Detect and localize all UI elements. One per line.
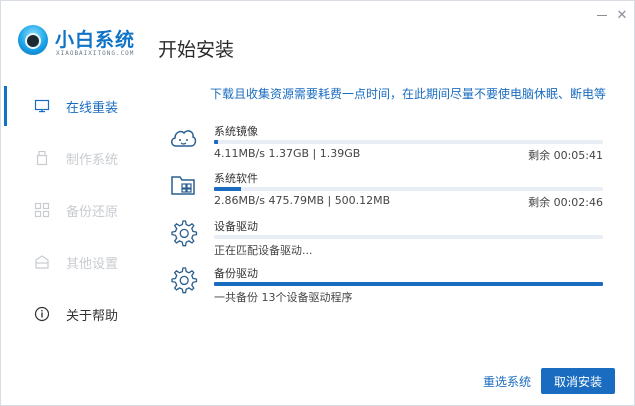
- progress-fill: [214, 140, 218, 144]
- box-icon: [35, 255, 49, 269]
- cancel-install-button[interactable]: 取消安装: [541, 368, 615, 394]
- minimize-icon[interactable]: [594, 7, 610, 23]
- task-system-software: 系统软件 2.86MB/s 475.79MB | 500.12MB 剩余 00:…: [164, 166, 609, 216]
- active-indicator: [4, 86, 7, 126]
- sidebar-item-make-system[interactable]: 制作系统: [1, 133, 141, 183]
- monitor-icon: [34, 99, 50, 113]
- restore-icon: [34, 202, 50, 218]
- task-backup-driver: 备份驱动 一共备份 13个设备驱动程序: [164, 261, 609, 311]
- task-detail: 正在匹配设备驱动...: [214, 244, 313, 257]
- task-remaining: 剩余 00:05:41: [528, 149, 603, 162]
- progress-fill: [214, 187, 242, 191]
- sidebar-item-label: 制作系统: [66, 152, 119, 168]
- progress-track: [214, 140, 603, 144]
- task-system-image: 系统镜像 4.11MB/s 1.37GB | 1.39GB 剩余 00:05:4…: [164, 119, 609, 169]
- sidebar-item-other-settings[interactable]: 其他设置: [1, 237, 141, 287]
- task-detail: 一共备份 13个设备驱动程序: [214, 291, 353, 304]
- progress-track: [214, 235, 603, 239]
- task-name: 备份驱动: [214, 267, 258, 280]
- progress-track: [214, 187, 603, 191]
- cloud-icon: [171, 130, 197, 147]
- sidebar-item-online-reinstall[interactable]: 在线重装: [1, 81, 141, 131]
- task-name: 系统软件: [214, 172, 258, 185]
- logo-name: 小白系统: [55, 29, 136, 51]
- installer-window: ✕ 小白系统 XIAOBAIXITONG.COM 开始安装 在线重装 制作系统: [0, 0, 635, 406]
- task-detail: 4.11MB/s 1.37GB | 1.39GB: [214, 147, 361, 160]
- close-icon[interactable]: ✕: [614, 7, 630, 23]
- usb-drive-icon: [36, 150, 48, 166]
- sidebar-item-label: 在线重装: [66, 100, 119, 116]
- task-remaining: 剩余 00:02:46: [528, 196, 603, 209]
- gear-icon: [171, 267, 198, 294]
- task-device-driver: 设备驱动 正在匹配设备驱动...: [164, 214, 609, 264]
- sidebar-item-label: 备份还原: [66, 204, 119, 220]
- gear-icon: [171, 220, 198, 247]
- progress-fill: [214, 282, 603, 286]
- sidebar: 在线重装 制作系统 备份还原 其他设置 关于帮助: [1, 81, 141, 341]
- logo-subtitle: XIAOBAIXITONG.COM: [56, 50, 135, 57]
- reselect-system-button[interactable]: 重选系统: [483, 373, 531, 390]
- folder-icon: [171, 176, 195, 195]
- page-title: 开始安装: [158, 39, 235, 61]
- sidebar-item-label: 关于帮助: [66, 308, 119, 324]
- task-name: 系统镜像: [214, 125, 258, 138]
- sidebar-item-about-help[interactable]: 关于帮助: [1, 289, 141, 339]
- sidebar-item-label: 其他设置: [66, 256, 119, 272]
- task-detail: 2.86MB/s 475.79MB | 500.12MB: [214, 194, 391, 207]
- sidebar-item-backup-restore[interactable]: 备份还原: [1, 185, 141, 235]
- notice-text: 下载且收集资源需要耗费一点时间，在此期间尽量不要使电脑休眠、断电等: [209, 87, 606, 101]
- logo-mark-icon: [18, 25, 48, 55]
- app-logo: 小白系统 XIAOBAIXITONG.COM: [15, 23, 137, 63]
- info-icon: [34, 306, 50, 322]
- progress-track: [214, 282, 603, 286]
- task-name: 设备驱动: [214, 220, 258, 233]
